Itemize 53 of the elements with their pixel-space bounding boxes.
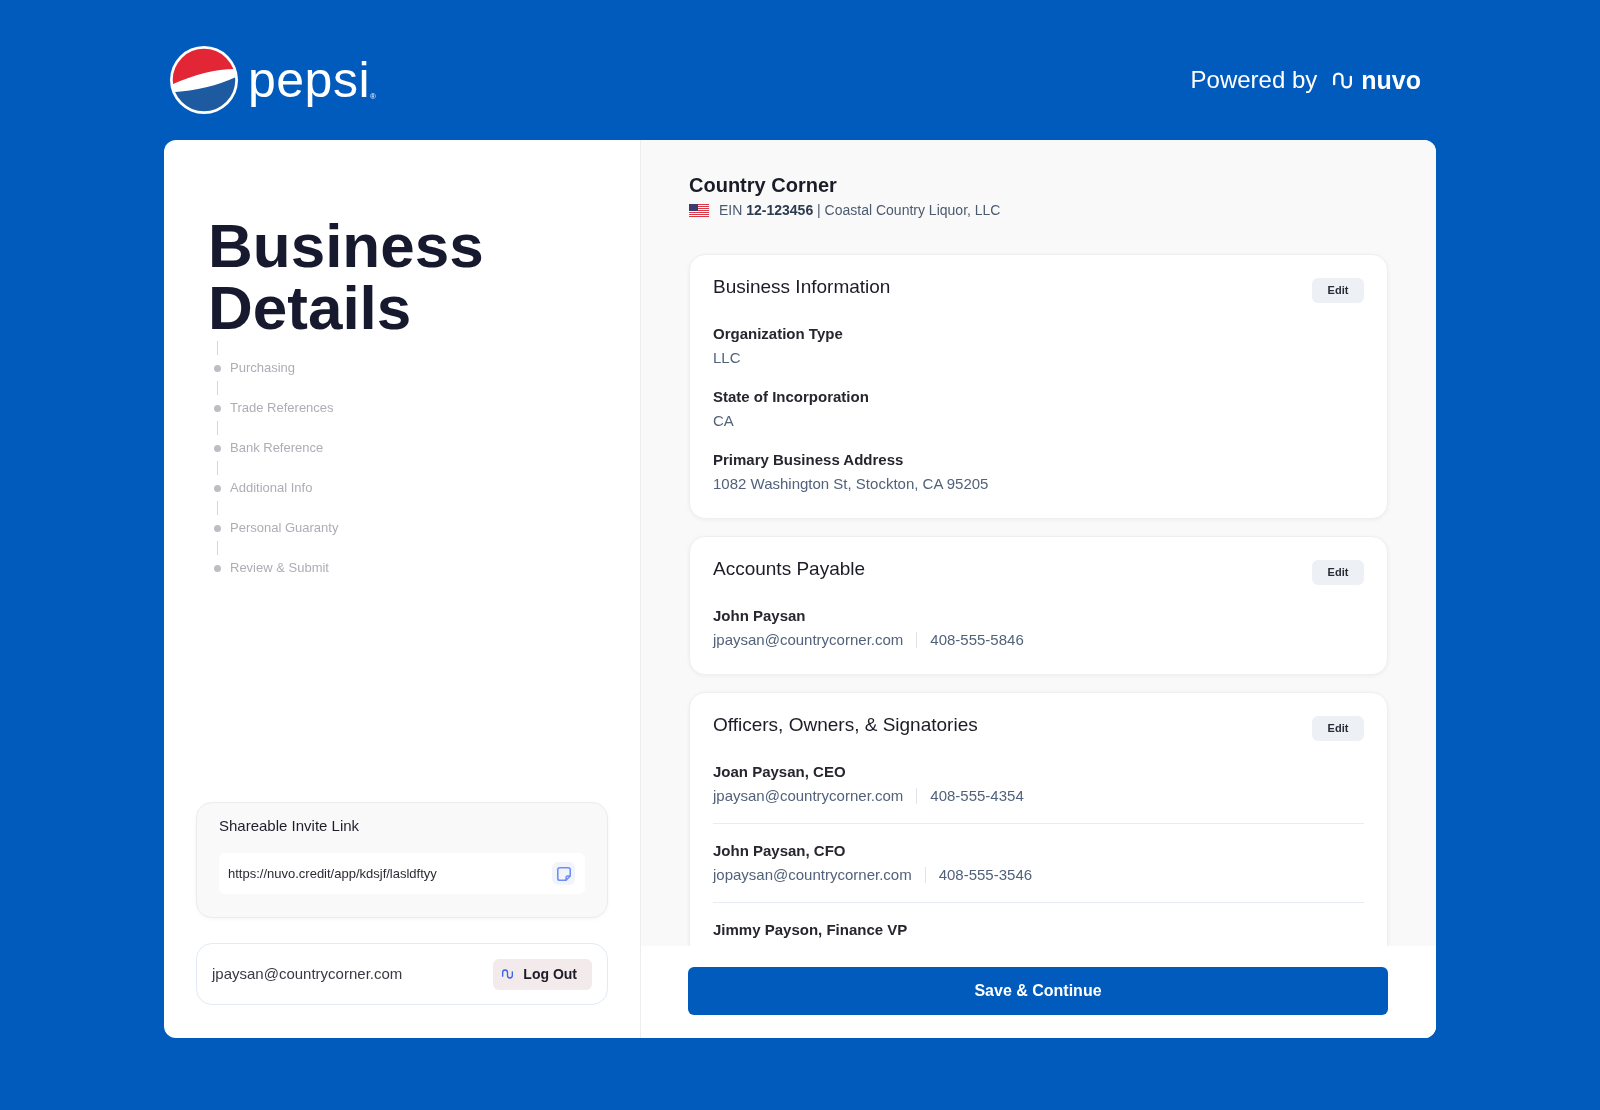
business-name: Country Corner xyxy=(689,173,838,197)
step-label: Bank Reference xyxy=(230,439,324,457)
copy-icon xyxy=(556,866,571,881)
field-value: LLC xyxy=(713,348,742,368)
edit-button[interactable]: Edit xyxy=(1312,716,1364,741)
page-title: Business Details xyxy=(207,215,485,339)
step-connector xyxy=(217,501,218,515)
contact-phone: 408-555-5846 xyxy=(930,630,1024,650)
save-continue-button[interactable]: Save & Continue xyxy=(688,967,1388,1015)
edit-button[interactable]: Edit xyxy=(1312,278,1364,303)
step-connector xyxy=(217,381,218,395)
logout-button[interactable]: Log Out xyxy=(493,958,592,990)
contact-name: John Paysan, CFO xyxy=(713,841,847,861)
squiggle-icon xyxy=(502,969,514,979)
step-label: Additional Info xyxy=(230,479,313,497)
contact-name: John Paysan xyxy=(713,606,807,626)
contact-phone: 408-555-4354 xyxy=(930,786,1024,806)
contact-name: Joan Paysan, CEO xyxy=(713,762,847,782)
section-title: Officers, Owners, & Signatories xyxy=(713,713,978,737)
logo-wordmark: pepsi xyxy=(248,52,371,108)
contact-email: jpaysan@countrycorner.com xyxy=(713,630,904,650)
step-connector xyxy=(217,341,218,355)
contact-phone: 408-555-3546 xyxy=(938,865,1033,885)
powered-by-label: Powered by xyxy=(1190,65,1318,95)
contact-email: jpaysan@countrycorner.com xyxy=(713,786,904,806)
trademark-symbol: ® xyxy=(370,92,376,101)
logo-globe-icon xyxy=(170,46,238,114)
step-connector xyxy=(217,461,218,475)
invite-link-field[interactable]: https://nuvo.credit/app/kdsjf/lasldftyy xyxy=(219,853,585,894)
field-label: Organization Type xyxy=(713,324,844,344)
section-title: Accounts Payable xyxy=(713,557,866,581)
section-title: Business Information xyxy=(713,275,891,299)
step-connector xyxy=(217,421,218,435)
field-value: CA xyxy=(713,411,735,431)
field-label: State of Incorporation xyxy=(713,387,870,407)
copy-button[interactable] xyxy=(552,862,575,885)
squiggle-logo-icon xyxy=(1333,71,1353,89)
account-email: jpaysan@countrycorner.com xyxy=(212,964,403,984)
invite-label: Shareable Invite Link xyxy=(219,816,361,836)
contact-name: Jimmy Payson, Finance VP xyxy=(713,920,909,940)
field-value: 1082 Washington St, Stockton, CA 95205 xyxy=(713,474,990,494)
field-label: Primary Business Address xyxy=(713,450,905,470)
ein-line: EIN 12-123456 | Coastal Country Liquor, LLC xyxy=(719,201,1001,220)
contact-email: jopaysan@countrycorner.com xyxy=(713,865,912,885)
invite-url: https://nuvo.credit/app/kdsjf/lasldftyy xyxy=(228,864,437,883)
step-label: Trade References xyxy=(230,399,334,417)
step-connector xyxy=(217,541,218,555)
flag-icon xyxy=(689,203,709,217)
step-label: Purchasing xyxy=(230,359,296,377)
edit-button[interactable]: Edit xyxy=(1312,560,1364,585)
step-label: Review & Submit xyxy=(230,559,329,577)
step-label: Personal Guaranty xyxy=(230,519,339,537)
brand-wordmark: nuvo xyxy=(1361,65,1421,95)
